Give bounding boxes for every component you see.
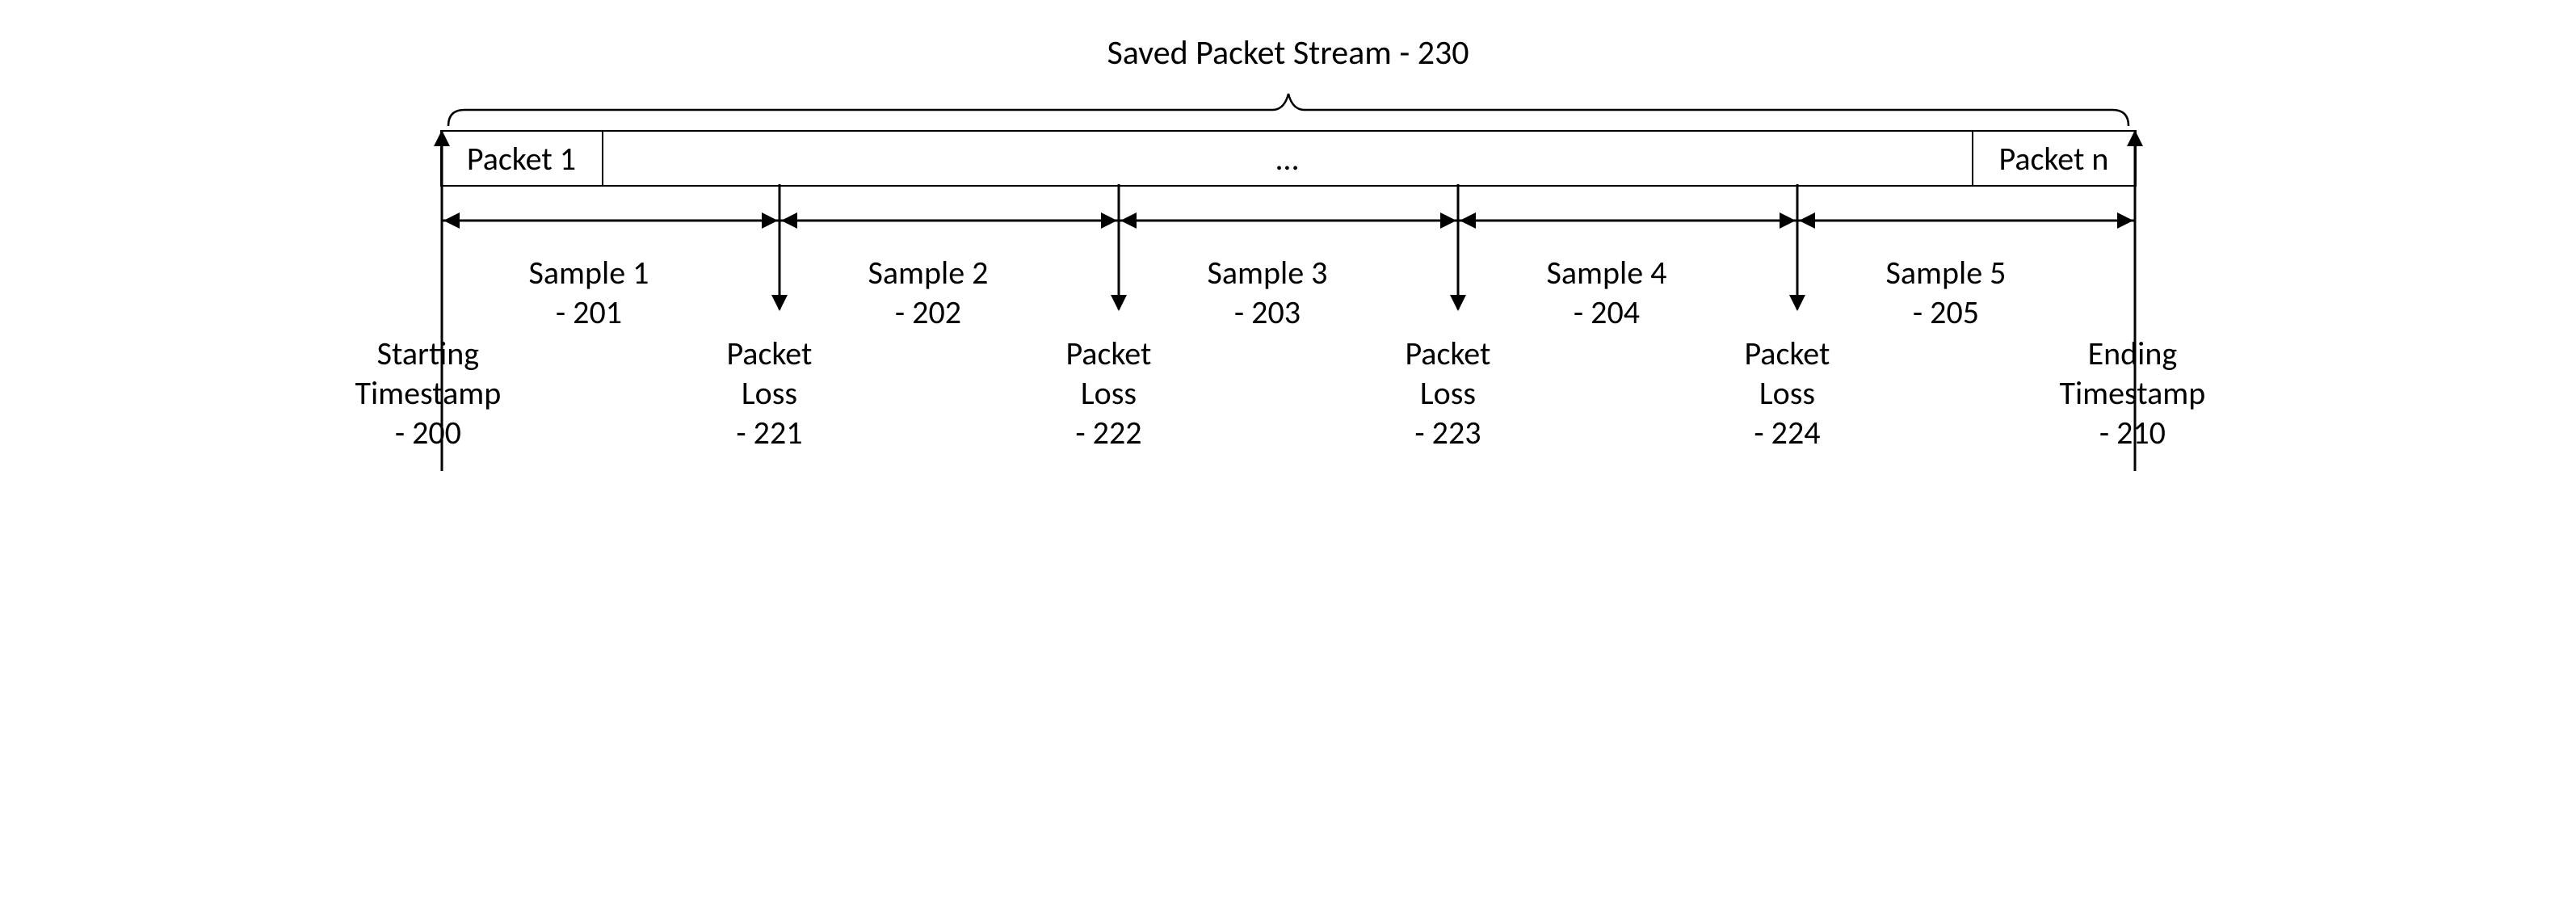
- sample-label-2: Sample 2 - 202: [868, 253, 989, 332]
- packet-loss-label-3: Packet Loss - 223: [1406, 334, 1491, 452]
- arrows-container: [440, 188, 2137, 253]
- packet-loss-label-2: Packet Loss - 222: [1066, 334, 1152, 452]
- diagram-container: Saved Packet Stream - 230 Packet 1 … Pac…: [440, 32, 2137, 495]
- packet-stream-row: Packet 1 … Packet n: [440, 130, 2137, 187]
- ending-timestamp-label: Ending Timestamp - 210: [2060, 334, 2206, 452]
- sample-label-4: Sample 4 - 204: [1547, 253, 1667, 332]
- brace-icon: [440, 82, 2137, 130]
- bottom-labels-row: Starting Timestamp - 200 Ending Timestam…: [440, 334, 2137, 495]
- packet-first-cell: Packet 1: [442, 132, 603, 185]
- packet-loss-label-1: Packet Loss - 221: [727, 334, 813, 452]
- diagram-title: Saved Packet Stream - 230: [440, 32, 2137, 74]
- sample-labels-row: Sample 1 - 201 Sample 2 - 202 Sample 3 -…: [440, 253, 2137, 334]
- packet-middle-cell: …: [603, 132, 1973, 185]
- packet-last-cell: Packet n: [1973, 132, 2135, 185]
- starting-timestamp-label: Starting Timestamp - 200: [355, 334, 502, 452]
- sample-label-3: Sample 3 - 203: [1208, 253, 1328, 332]
- sample-label-5: Sample 5 - 205: [1886, 253, 2007, 332]
- brace-container: [440, 82, 2137, 130]
- sample-label-1: Sample 1 - 201: [529, 253, 649, 332]
- packet-loss-label-4: Packet Loss - 224: [1745, 334, 1830, 452]
